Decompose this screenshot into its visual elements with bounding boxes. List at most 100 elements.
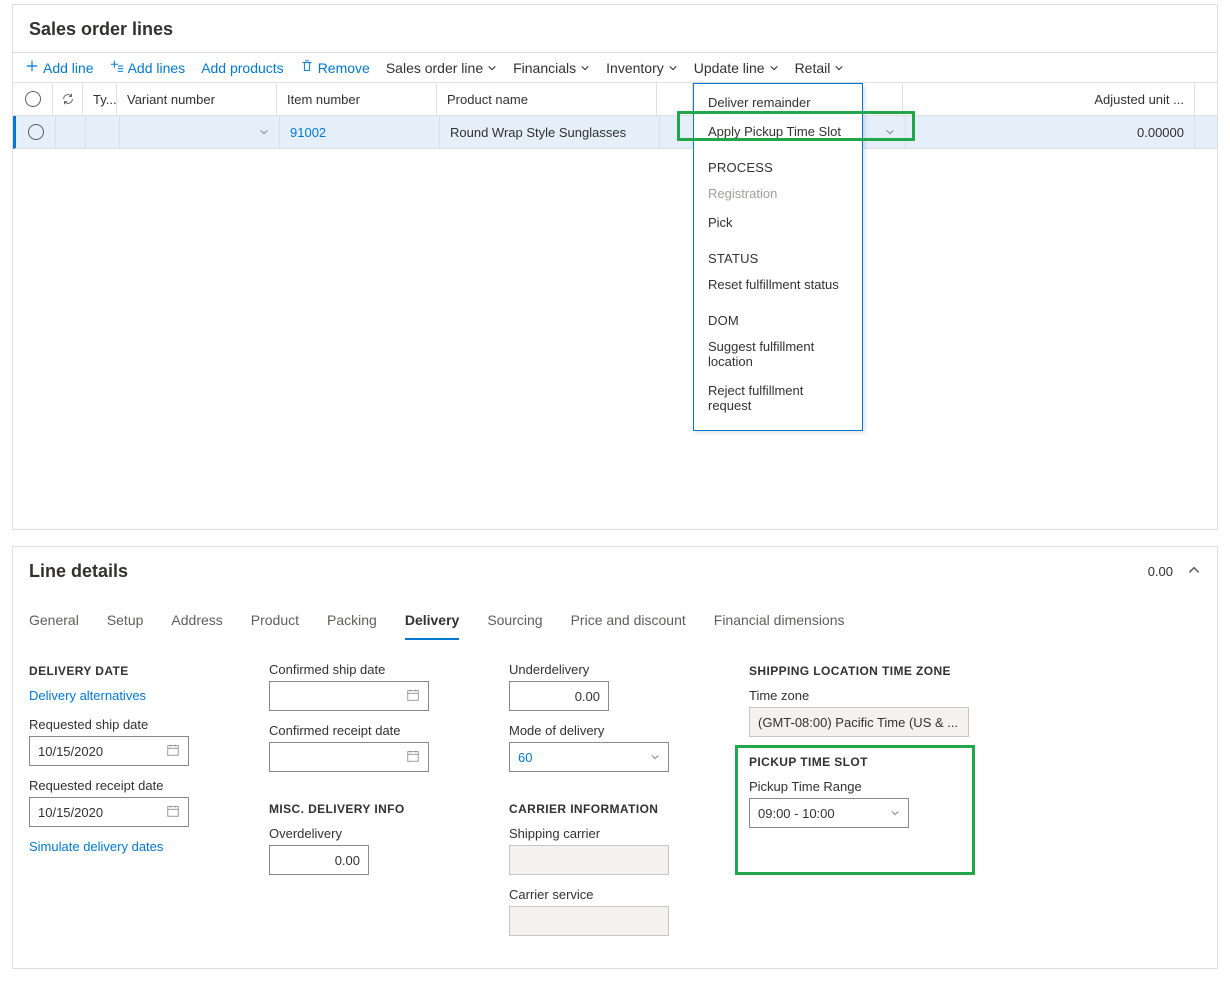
chevron-down-icon bbox=[885, 125, 895, 140]
select-all-cell[interactable] bbox=[13, 83, 53, 115]
delivery-tab-body: DELIVERY DATE Delivery alternatives Requ… bbox=[13, 640, 1217, 968]
table-row[interactable]: 91002 Round Wrap Style Sunglasses Stock … bbox=[13, 116, 1217, 149]
requested-ship-date-input[interactable]: 10/15/2020 bbox=[29, 736, 189, 766]
trash-icon bbox=[300, 59, 314, 76]
tab-general[interactable]: General bbox=[29, 606, 79, 640]
blank-column bbox=[657, 83, 693, 115]
grid-header: Ty... Variant number Item number Product… bbox=[13, 83, 1217, 116]
under-mode-group: Underdelivery 0.00 Mode of delivery 60 C… bbox=[509, 658, 709, 948]
panel-title: Sales order lines bbox=[13, 5, 1217, 52]
plus-icon bbox=[25, 59, 39, 76]
pickup-time-slot-group: PICKUP TIME SLOT Pickup Time Range 09:00… bbox=[749, 755, 969, 828]
line-details-title: Line details 0.00 bbox=[13, 547, 1217, 594]
row-variant-cell[interactable] bbox=[120, 116, 280, 148]
refresh-column[interactable] bbox=[53, 83, 83, 115]
tab-setup[interactable]: Setup bbox=[107, 606, 144, 640]
underdelivery-input[interactable]: 0.00 bbox=[509, 681, 609, 711]
financials-menu[interactable]: Financials bbox=[513, 60, 590, 76]
calendar-icon bbox=[166, 804, 180, 821]
tab-financial-dimensions[interactable]: Financial dimensions bbox=[714, 606, 845, 640]
type-column[interactable]: Ty... bbox=[83, 83, 117, 115]
calendar-icon bbox=[406, 749, 420, 766]
update-line-label: Update line bbox=[694, 60, 765, 76]
carrier-service-input bbox=[509, 906, 669, 936]
confirmed-receipt-date-input[interactable] bbox=[269, 742, 429, 772]
variant-column[interactable]: Variant number bbox=[117, 83, 277, 115]
inventory-menu[interactable]: Inventory bbox=[606, 60, 678, 76]
overdelivery-label: Overdelivery bbox=[269, 826, 469, 841]
apply-pickup-time-slot-item[interactable]: Apply Pickup Time Slot bbox=[694, 117, 862, 146]
add-products-label: Add products bbox=[201, 60, 284, 76]
simulate-delivery-dates-link[interactable]: Simulate delivery dates bbox=[29, 839, 229, 854]
confirmed-ship-date-input[interactable] bbox=[269, 681, 429, 711]
deliver-remainder-item[interactable]: Deliver remainder bbox=[694, 88, 862, 117]
requested-receipt-date-input[interactable]: 10/15/2020 bbox=[29, 797, 189, 827]
remove-button[interactable]: Remove bbox=[300, 59, 370, 76]
order-lines-grid: Ty... Variant number Item number Product… bbox=[13, 83, 1217, 529]
confirmed-receipt-date-label: Confirmed receipt date bbox=[269, 723, 469, 738]
line-details-amount: 0.00 bbox=[1148, 564, 1173, 579]
requested-ship-date-value: 10/15/2020 bbox=[38, 744, 103, 759]
chevron-down-icon bbox=[580, 60, 590, 76]
process-header: PROCESS bbox=[694, 146, 862, 179]
inventory-label: Inventory bbox=[606, 60, 664, 76]
adjusted-unit-column[interactable]: Adjusted unit ... bbox=[903, 83, 1195, 115]
item-column[interactable]: Item number bbox=[277, 83, 437, 115]
circle-icon bbox=[25, 91, 41, 107]
dom-header: DOM bbox=[694, 299, 862, 332]
line-details-tabs: General Setup Address Product Packing De… bbox=[13, 594, 1217, 640]
pickup-time-range-value: 09:00 - 10:00 bbox=[758, 806, 835, 821]
more-columns-button[interactable] bbox=[1195, 83, 1217, 115]
tab-delivery[interactable]: Delivery bbox=[405, 606, 459, 640]
plus-lines-icon bbox=[110, 59, 124, 76]
add-line-label: Add line bbox=[43, 60, 94, 76]
calendar-icon bbox=[406, 688, 420, 705]
add-products-button[interactable]: Add products bbox=[201, 60, 284, 76]
confirmed-ship-date-label: Confirmed ship date bbox=[269, 662, 469, 677]
product-column[interactable]: Product name bbox=[437, 83, 657, 115]
tab-address[interactable]: Address bbox=[171, 606, 222, 640]
pick-item[interactable]: Pick bbox=[694, 208, 862, 237]
delivery-date-group: DELIVERY DATE Delivery alternatives Requ… bbox=[29, 658, 229, 948]
mode-of-delivery-label: Mode of delivery bbox=[509, 723, 709, 738]
retail-menu[interactable]: Retail bbox=[795, 60, 845, 76]
sales-order-line-label: Sales order line bbox=[386, 60, 483, 76]
carrier-info-header: CARRIER INFORMATION bbox=[509, 802, 709, 816]
chevron-down-icon bbox=[834, 60, 844, 76]
pickup-time-range-select[interactable]: 09:00 - 10:00 bbox=[749, 798, 909, 828]
row-adjusted-cell: 0.00000 bbox=[906, 116, 1195, 148]
chevron-up-icon[interactable] bbox=[1187, 563, 1201, 580]
grid-empty-space bbox=[13, 149, 1217, 529]
delivery-date-header: DELIVERY DATE bbox=[29, 664, 229, 678]
toolbar: Add line Add lines Add products Remove S… bbox=[13, 52, 1217, 83]
row-product-cell: Round Wrap Style Sunglasses bbox=[440, 116, 660, 148]
add-lines-button[interactable]: Add lines bbox=[110, 59, 186, 76]
sales-order-line-menu[interactable]: Sales order line bbox=[386, 60, 497, 76]
line-details-panel: Line details 0.00 General Setup Address … bbox=[12, 546, 1218, 969]
tab-sourcing[interactable]: Sourcing bbox=[487, 606, 542, 640]
retail-label: Retail bbox=[795, 60, 831, 76]
tab-price-discount[interactable]: Price and discount bbox=[571, 606, 686, 640]
reset-fulfillment-item[interactable]: Reset fulfillment status bbox=[694, 270, 862, 299]
underdelivery-value: 0.00 bbox=[575, 689, 600, 704]
row-select[interactable] bbox=[16, 116, 56, 148]
circle-icon bbox=[28, 124, 44, 140]
chevron-down-icon bbox=[890, 806, 900, 821]
add-line-button[interactable]: Add line bbox=[25, 59, 94, 76]
update-line-menu[interactable]: Update line bbox=[694, 60, 779, 76]
tab-product[interactable]: Product bbox=[251, 606, 299, 640]
overdelivery-input[interactable]: 0.00 bbox=[269, 845, 369, 875]
chevron-down-icon bbox=[769, 60, 779, 76]
suggest-fulfillment-item[interactable]: Suggest fulfillment location bbox=[694, 332, 862, 376]
row-more-cell bbox=[1195, 116, 1217, 148]
shipping-carrier-input bbox=[509, 845, 669, 875]
line-details-title-text: Line details bbox=[29, 561, 128, 582]
add-lines-label: Add lines bbox=[128, 60, 186, 76]
mode-of-delivery-select[interactable]: 60 bbox=[509, 742, 669, 772]
delivery-alternatives-link[interactable]: Delivery alternatives bbox=[29, 688, 229, 703]
tab-packing[interactable]: Packing bbox=[327, 606, 377, 640]
row-item-cell[interactable]: 91002 bbox=[280, 116, 440, 148]
reject-fulfillment-item[interactable]: Reject fulfillment request bbox=[694, 376, 862, 420]
chevron-down-icon bbox=[259, 125, 269, 140]
carrier-service-label: Carrier service bbox=[509, 887, 709, 902]
